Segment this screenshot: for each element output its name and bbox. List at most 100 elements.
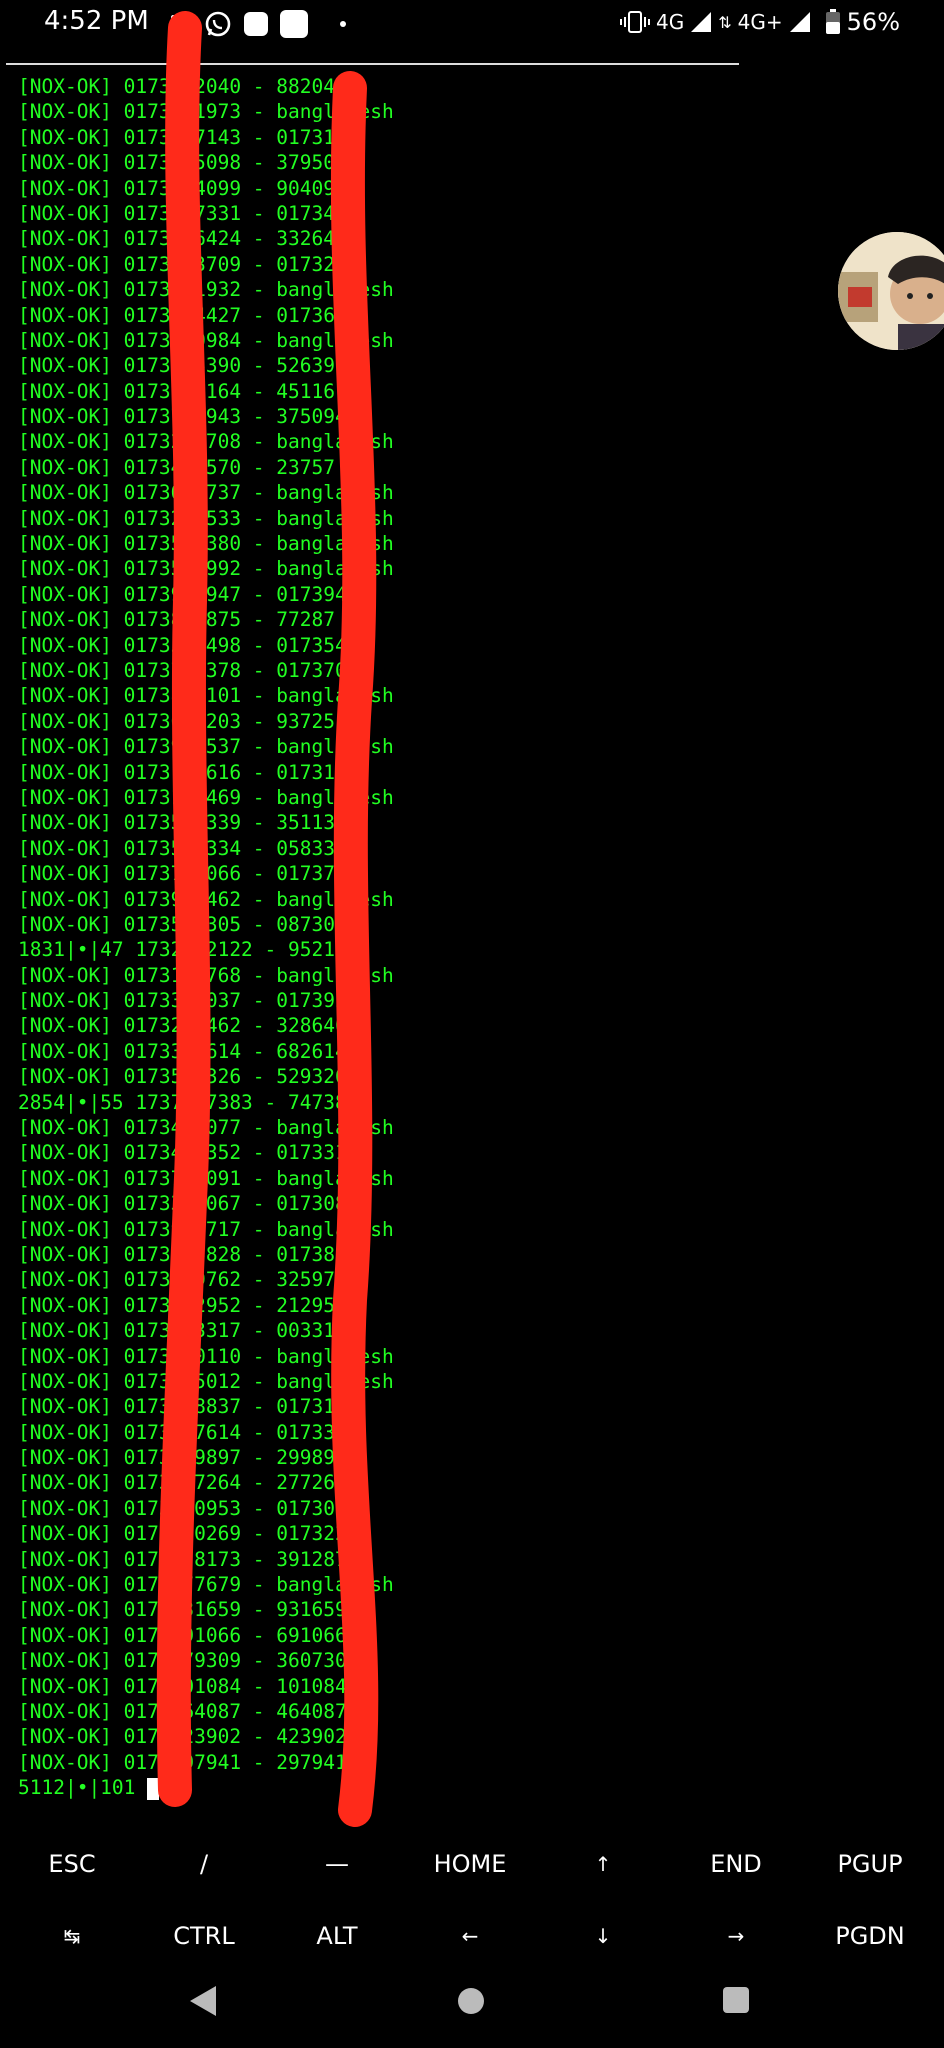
terminal-line: [NOX-OK] 0173529326 - 529326 — [18, 1065, 347, 1089]
terminal-line: [NOX-OK] 0173579498 - 0173540 — [18, 633, 359, 657]
terminal-line: [NOX-OK] 0173220269 - 0173220 — [18, 1522, 359, 1546]
terminal-line: [NOX-OK] 0173388067 - 0173088 — [18, 1192, 359, 1216]
system-icons: 4G ⇅ 4G+ 56% — [620, 8, 900, 36]
terminal-line: [NOX-OK] 0173750943 - 3750943 — [18, 405, 359, 429]
notification-icon — [280, 10, 308, 38]
extra-key-esc[interactable]: ESC — [12, 1844, 132, 1884]
terminal-line: [NOX-OK] 0173326424 - 3326424 — [18, 227, 359, 251]
extra-keys-bar: ESC / — HOME ↑ END PGUP ↹ CTRL ALT ← ↓ → PGDN — [0, 1812, 944, 1962]
terminal-line: [NOX-OK] 0173931659 - 931659 — [18, 1598, 347, 1622]
chat-head-avatar[interactable] — [838, 232, 944, 350]
terminal-line: [NOX-OK] 0173188837 - 0173188 — [18, 1395, 359, 1419]
battery-level: 56% — [846, 8, 900, 36]
terminal-line: [NOX-OK] 0173277264 - 277264 — [18, 1471, 347, 1495]
terminal-line: [NOX-OK] 0173511339 - 3511339 — [18, 811, 359, 835]
terminal-line: [NOX-OK] 0173128173 - 3912873 — [18, 1547, 359, 1571]
terminal-line: [NOX-OK] 0173003317 - 003317 — [18, 1319, 347, 1343]
terminal-line: [NOX-OK] 0173259762 - 3259762 — [18, 1268, 359, 1292]
terminal-line: [NOX-OK] 0173101084 - 101084 — [18, 1674, 347, 1698]
terminal-line: [NOX-OK] 0173145616 - 0173131 — [18, 760, 359, 784]
terminal-line: [NOX-OK] 0173215708 - bangladesh — [18, 430, 394, 454]
terminal-line: [NOX-OK] 0173886828 - 0173886 — [18, 1242, 359, 1266]
terminal-line: [NOX-OK] 0173370037 - 0173920 — [18, 989, 359, 1013]
terminal-line: [NOX-OK] 0173127768 - bangladesh — [18, 963, 394, 987]
whatsapp-icon — [205, 11, 231, 37]
extra-key-dash[interactable]: — — [277, 1844, 397, 1884]
extra-key-ctrl[interactable]: CTRL — [144, 1916, 264, 1956]
terminal-line: [NOX-OK] 0173212952 - 212952 — [18, 1293, 347, 1317]
terminal-line: [NOX-OK] 0173904099 - 904099 — [18, 176, 347, 200]
terminal-line: [NOX-OK] 0173407331 - 0173407 — [18, 201, 359, 225]
terminal-line: [NOX-OK] 0173171932 - bangladesh — [18, 278, 394, 302]
terminal-line: [NOX-OK] 0173502305 - 087305 — [18, 912, 347, 936]
terminal-line: [NOX-OK] 0173882040 - 88204 — [18, 75, 335, 98]
terminal-cursor — [147, 1777, 160, 1800]
extra-key-end[interactable]: END — [676, 1844, 796, 1884]
terminal-line: 1831|•|47 1732952122 - 952122 — [18, 938, 359, 962]
vibrate-icon — [620, 11, 651, 33]
terminal-line: [NOX-OK] 0173190469 - bangladesh — [18, 785, 394, 809]
terminal-line: [NOX-OK] 0173847875 - 77287 — [18, 608, 335, 632]
terminal-line: [NOX-OK] 0173947462 - bangladesh — [18, 887, 394, 911]
prompt-text: 5112|•|101 — [18, 1776, 148, 1800]
terminal-line: [NOX-OK] 0173451164 - 45116 — [18, 379, 335, 403]
terminal-line: [NOX-OK] 0173423902 - 423902 — [18, 1725, 347, 1749]
network-type-2: 4G+ — [737, 10, 783, 34]
terminal-line: [NOX-OK] 0173276462 - 3286462 — [18, 1014, 359, 1038]
extra-key-alt[interactable]: ALT — [277, 1916, 397, 1956]
terminal-line: [NOX-OK] 0173070953 - 0173070 — [18, 1496, 359, 1520]
extra-key-pgup[interactable]: PGUP — [810, 1844, 930, 1884]
terminal-line: [NOX-OK] 0173674427 - 0173674 — [18, 303, 359, 327]
terminal-line: [NOX-OK] 0173299897 - 299897 — [18, 1446, 347, 1470]
terminal-line: [NOX-OK] 0173472077 - bangladesh — [18, 1116, 394, 1140]
terminal-output[interactable]: [NOX-OK] 0173882040 - 88204 [NOX-OK] 0173… — [18, 74, 858, 1806]
home-icon[interactable] — [456, 1986, 486, 2016]
terminal-line: [NOX-OK] 0173213709 - 0173213 — [18, 252, 359, 276]
avatar-image — [838, 232, 944, 350]
battery-icon — [825, 9, 840, 34]
terminal-line: [NOX-OK] 0173624737 - bangladesh — [18, 481, 394, 505]
terminal-line: [NOX-OK] 0173695203 - 93725 — [18, 709, 335, 733]
terminal-line: [NOX-OK] 0173714378 - 0173706 — [18, 658, 359, 682]
terminal-line: [NOX-OK] 0173977537 - bangladesh — [18, 735, 394, 759]
terminal-line: [NOX-OK] 0173795098 - 3795098 — [18, 151, 359, 175]
terminal-line: [NOX-OK] 0173487570 - 23757 — [18, 455, 335, 479]
more-dot-icon — [340, 21, 346, 27]
terminal-line: [NOX-OK] 0173503334 - 05833 — [18, 836, 335, 860]
terminal-line: [NOX-OK] 0173197143 - 0173197 — [18, 125, 359, 149]
terminal-line: [NOX-OK] 0173297941 - 297941 — [18, 1750, 347, 1774]
network-type-1: 4G — [656, 10, 685, 34]
terminal-line: [NOX-OK] 0173949947 - 0173946 — [18, 582, 359, 606]
recents-icon[interactable] — [722, 1986, 750, 2014]
extra-key-right[interactable]: → — [676, 1916, 796, 1956]
terminal-line: [NOX-OK] 0173190110 - bangladesh — [18, 1344, 394, 1368]
back-icon[interactable] — [188, 1984, 218, 2018]
terminal-line: [NOX-OK] 0173362614 - 682614 — [18, 1039, 347, 1063]
extra-key-down[interactable]: ↓ — [543, 1916, 663, 1956]
extra-key-slash[interactable]: / — [144, 1844, 264, 1884]
terminal-line: [NOX-OK] 0173691066 - 691066 — [18, 1623, 347, 1647]
terminal-line: [NOX-OK] 0173511380 - bangladesh — [18, 532, 394, 556]
signal-icon — [789, 12, 810, 32]
notification-icons — [168, 10, 346, 38]
status-time: 4:52 PM — [44, 6, 149, 36]
terminal-prompt[interactable]: 5112|•|101 — [18, 1775, 858, 1800]
notification-icon — [244, 12, 268, 36]
phone-icon — [171, 15, 189, 33]
terminal-line: [NOX-OK] 0173079309 - 3607309 — [18, 1649, 359, 1673]
extra-key-tab[interactable]: ↹ — [12, 1916, 132, 1956]
session-divider — [6, 63, 739, 65]
terminal-line: [NOX-OK] 0173881101 - bangladesh — [18, 684, 394, 708]
terminal-line: [NOX-OK] 0173464087 - 464087 — [18, 1700, 347, 1723]
terminal-line: [NOX-OK] 0173218533 - bangladesh — [18, 506, 394, 530]
terminal-line: [NOX-OK] 0173397614 - 0173397 — [18, 1420, 359, 1444]
extra-key-up[interactable]: ↑ — [543, 1844, 663, 1884]
extra-key-pgdn[interactable]: PGDN — [810, 1916, 930, 1956]
extra-key-home[interactable]: HOME — [410, 1844, 530, 1884]
terminal-line: [NOX-OK] 0173411352 - 0173311 — [18, 1141, 359, 1165]
extra-key-left[interactable]: ← — [410, 1916, 530, 1956]
terminal-line: [NOX-OK] 0173747091 - bangladesh — [18, 1166, 394, 1190]
terminal-line: [NOX-OK] 0173526390 - 52639 — [18, 354, 335, 378]
terminal-line: [NOX-OK] 0173968717 - bangladesh — [18, 1217, 394, 1241]
signal-icon — [691, 12, 712, 32]
